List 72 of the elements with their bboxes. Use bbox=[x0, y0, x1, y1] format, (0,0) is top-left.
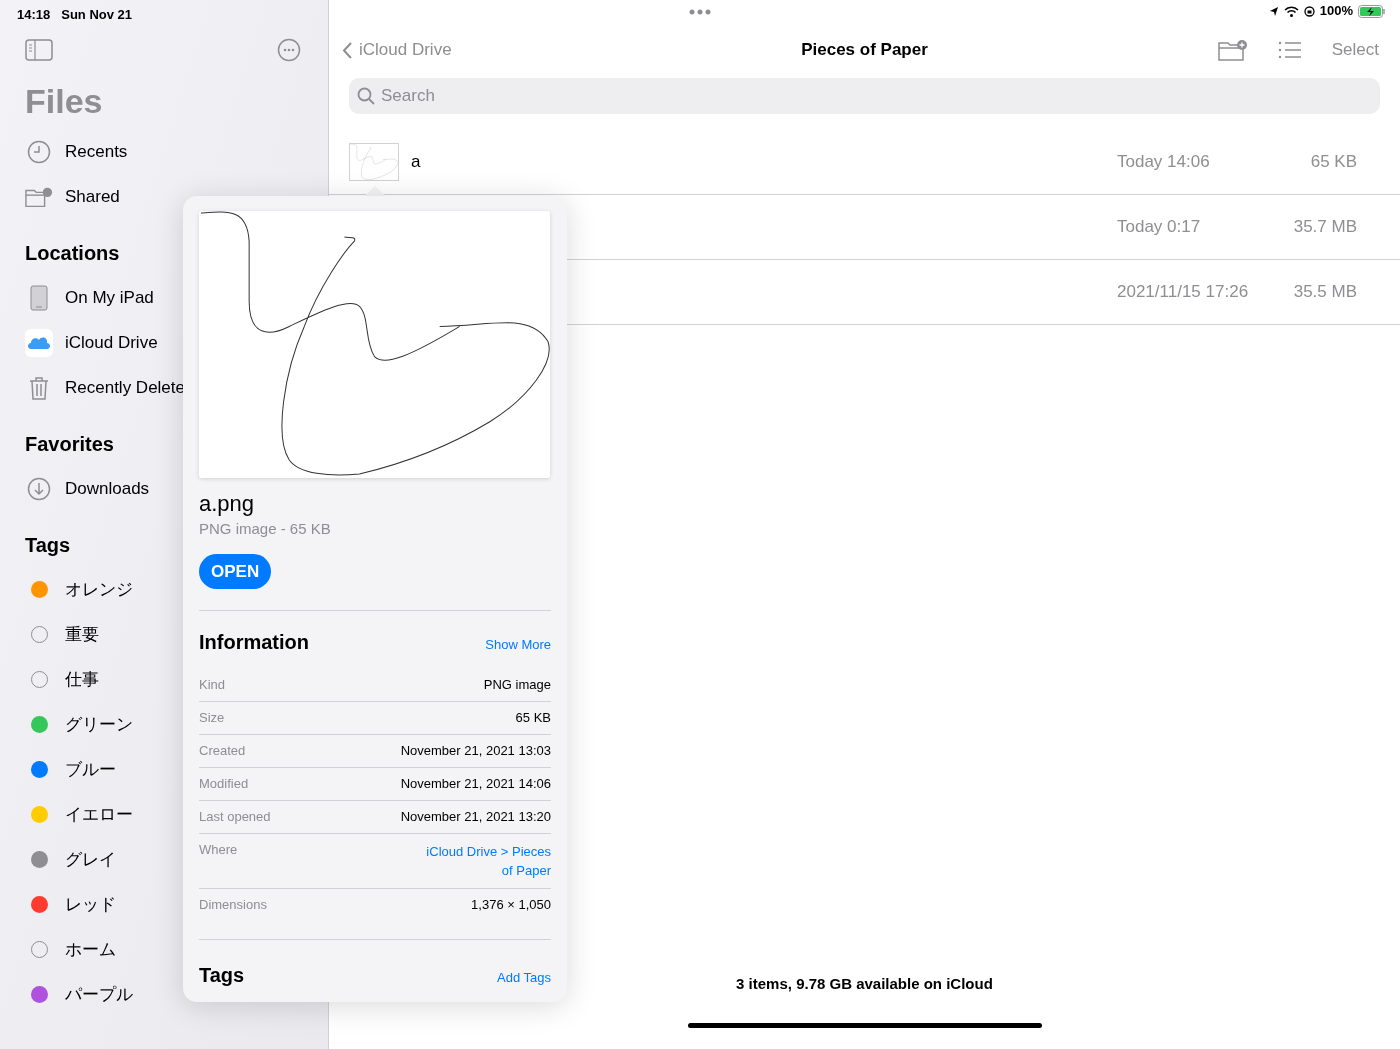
new-folder-icon[interactable] bbox=[1217, 39, 1248, 61]
info-label: Modified bbox=[199, 776, 249, 792]
sidebar-item[interactable]: Recents bbox=[65, 138, 128, 165]
cloud-icon bbox=[25, 328, 53, 357]
tag-item[interactable]: イエロー bbox=[65, 801, 133, 828]
info-label: Dimensions bbox=[199, 897, 267, 913]
multitasking-icon[interactable] bbox=[689, 9, 711, 15]
sidebar-item[interactable]: Shared bbox=[65, 183, 120, 210]
ipad-icon bbox=[30, 284, 48, 311]
more-icon[interactable] bbox=[277, 38, 301, 62]
file-size: 35.7 MB bbox=[1292, 216, 1357, 239]
status-time: 14:18 bbox=[17, 6, 51, 20]
file-date: 2021/11/15 17:26 bbox=[1117, 281, 1250, 304]
search-field[interactable]: Search bbox=[349, 78, 1380, 114]
section-header: Locations bbox=[25, 241, 121, 266]
file-thumbnail bbox=[349, 143, 399, 181]
info-value: November 21, 2021 13:20 bbox=[400, 809, 551, 825]
sidebar-item[interactable]: Recently Delete bbox=[65, 374, 185, 401]
file-size: 35.5 MB bbox=[1292, 281, 1357, 304]
open-button[interactable]: OPEN bbox=[199, 554, 272, 589]
info-value: 65 KB bbox=[515, 710, 551, 726]
status-date: Sun Nov 21 bbox=[61, 6, 133, 20]
info-label: Where bbox=[199, 842, 238, 859]
search-input[interactable]: Search bbox=[381, 83, 1372, 109]
rotation-lock-icon bbox=[1303, 5, 1315, 17]
add-tags-link[interactable]: Add Tags bbox=[497, 968, 551, 988]
file-date: Today 0:17 bbox=[1117, 216, 1202, 239]
search-icon bbox=[357, 87, 375, 105]
chevron-left-icon bbox=[342, 40, 353, 60]
file-type-size: PNG image - 65 KB bbox=[199, 519, 332, 539]
tag-item[interactable]: グリーン bbox=[65, 711, 133, 738]
tag-item[interactable]: パープル bbox=[65, 981, 133, 1008]
info-value: PNG image bbox=[483, 677, 551, 693]
info-label: Size bbox=[199, 710, 225, 726]
file-date: Today 14:06 bbox=[1117, 151, 1211, 174]
sidebar-item[interactable]: iCloud Drive bbox=[65, 329, 158, 356]
tags-header: Tags bbox=[199, 963, 245, 988]
file-name[interactable]: a bbox=[411, 149, 421, 175]
folder-title: Pieces of Paper bbox=[801, 39, 928, 62]
info-label: Created bbox=[199, 743, 246, 759]
popover-file-name: a.png bbox=[199, 490, 256, 518]
storage-summary: 3 items, 9.78 GB available on iCloud bbox=[736, 974, 993, 994]
download-icon bbox=[27, 476, 51, 501]
info-value: November 21, 2021 13:03 bbox=[400, 743, 551, 759]
sidebar-title: Files bbox=[25, 81, 104, 122]
sidebar-toggle-icon[interactable] bbox=[25, 39, 53, 61]
info-value: 1,376 × 1,050 bbox=[471, 897, 551, 913]
sidebar-item[interactable]: On My iPad bbox=[65, 284, 154, 311]
info-header: Information bbox=[199, 630, 309, 655]
wifi-icon bbox=[1283, 5, 1299, 17]
tag-item[interactable]: ホーム bbox=[65, 936, 116, 963]
battery-icon bbox=[1358, 4, 1386, 18]
list-view-icon[interactable] bbox=[1277, 41, 1302, 59]
battery-percent: 100% bbox=[1319, 2, 1353, 21]
section-header: Tags bbox=[25, 533, 71, 558]
tag-item[interactable]: グレイ bbox=[65, 846, 116, 873]
info-value: November 21, 2021 14:06 bbox=[400, 776, 551, 792]
clock-icon bbox=[27, 139, 51, 164]
tag-item[interactable]: レッド bbox=[65, 891, 116, 918]
trash-icon bbox=[27, 375, 51, 400]
location-link[interactable]: iCloud Drive > Pieces of Paper bbox=[421, 842, 551, 880]
info-label: Last opened bbox=[199, 809, 271, 825]
location-icon bbox=[1268, 6, 1279, 16]
tag-item[interactable]: オレンジ bbox=[65, 576, 133, 603]
sidebar-item[interactable]: Downloads bbox=[65, 475, 150, 502]
file-size: 65 KB bbox=[1309, 151, 1357, 174]
tag-item[interactable]: 仕事 bbox=[65, 666, 99, 693]
info-label: Kind bbox=[199, 677, 226, 693]
tag-item[interactable]: ブルー bbox=[65, 756, 116, 783]
show-more-link[interactable]: Show More bbox=[485, 635, 551, 655]
section-header: Favorites bbox=[25, 432, 115, 457]
tag-item[interactable]: 重要 bbox=[65, 621, 99, 648]
